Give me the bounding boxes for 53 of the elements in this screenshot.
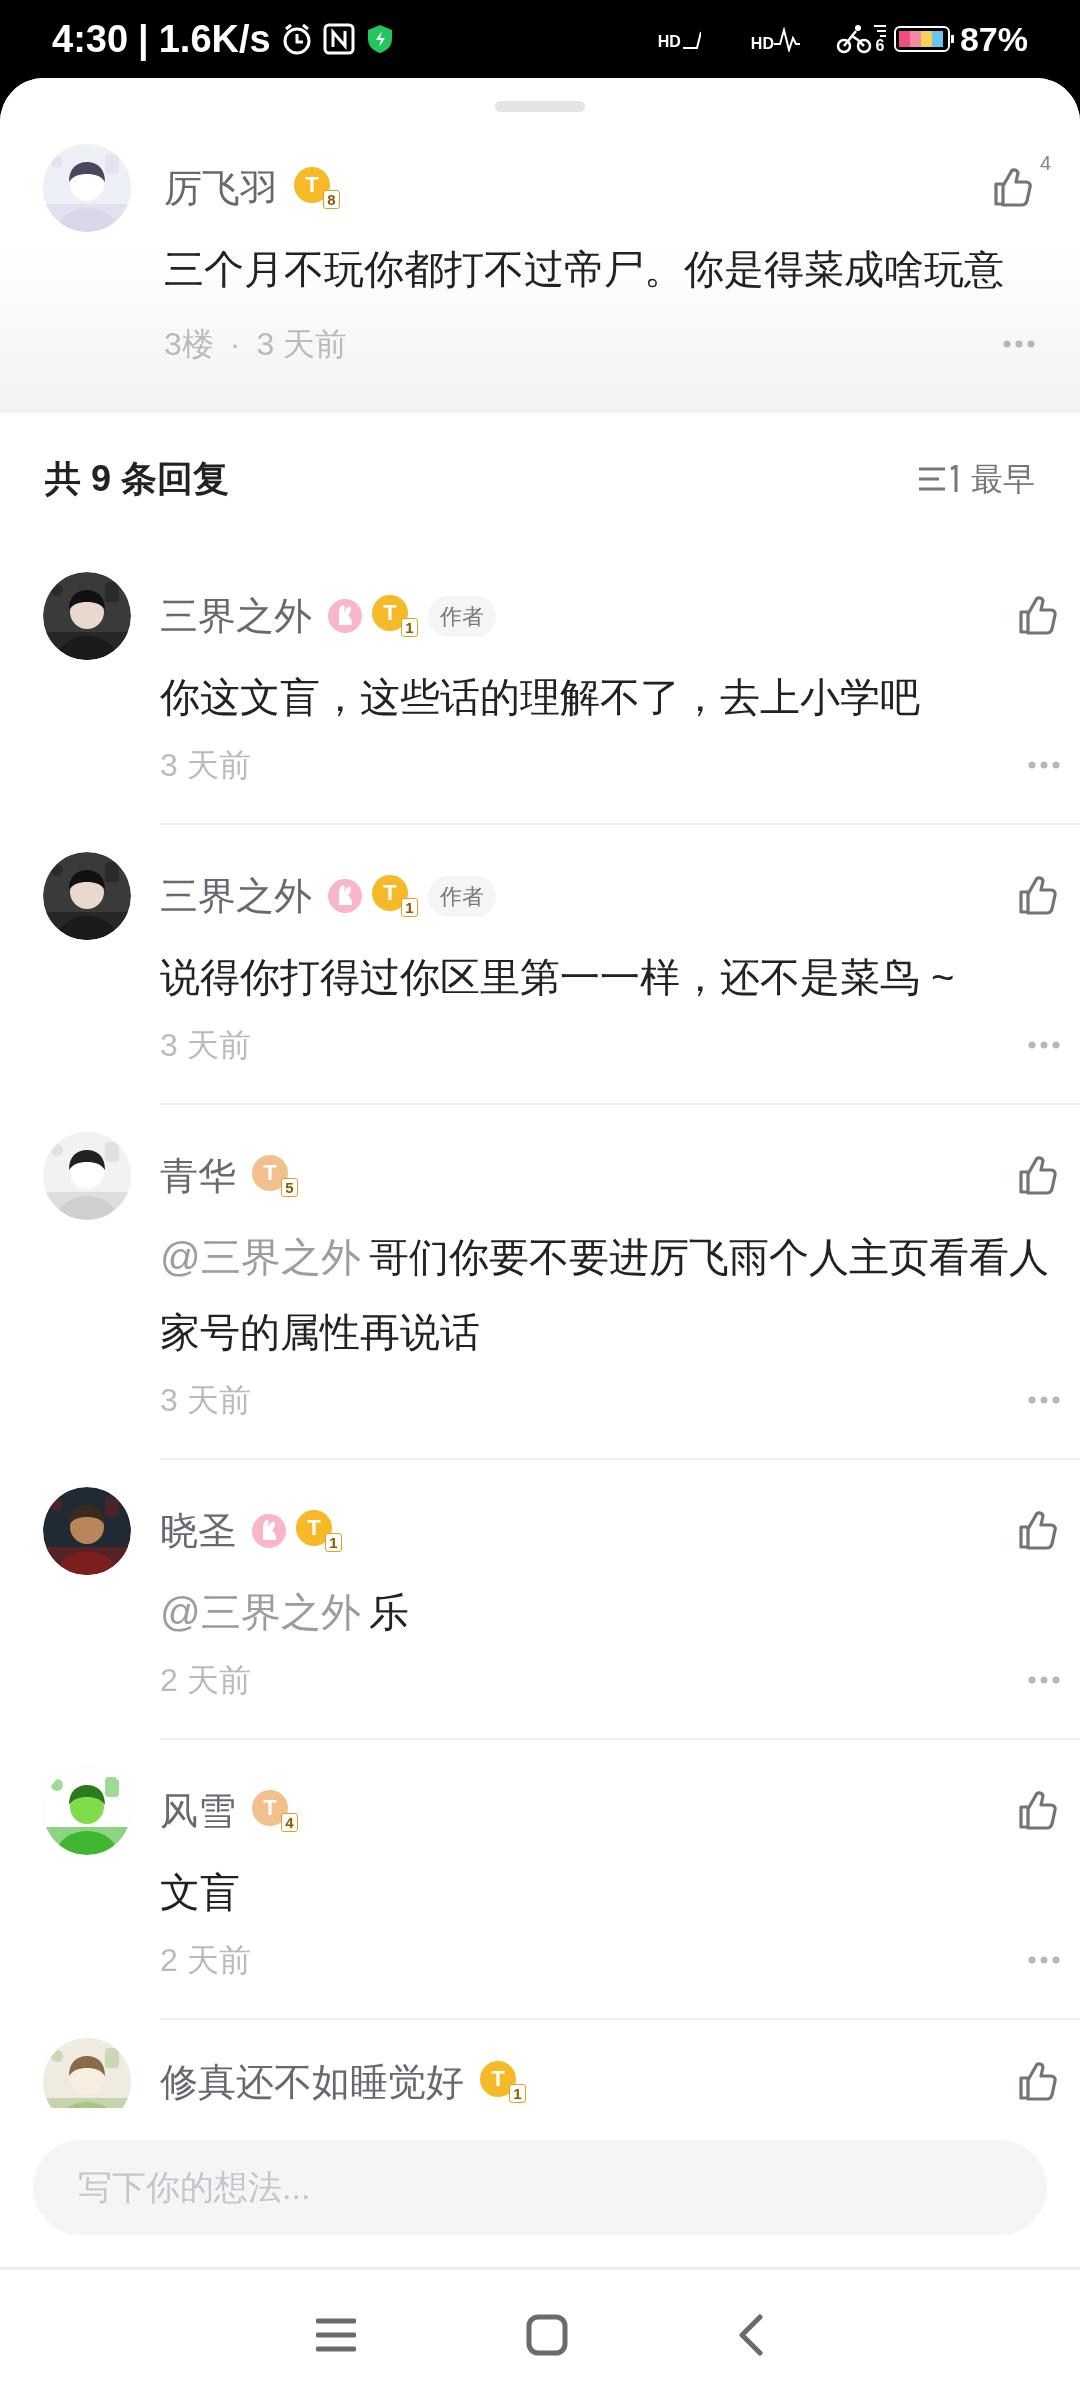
post-time: 3 天前 — [160, 1026, 251, 1065]
hd-label: HD — [657, 34, 681, 50]
clock-time: 4:30 — [52, 16, 129, 62]
post-time: 2 天前 — [160, 1661, 251, 1700]
home-icon[interactable] — [526, 2314, 568, 2356]
back-icon[interactable] — [738, 2314, 764, 2356]
author-tag: 作者 — [428, 875, 496, 917]
thumbs-up-icon[interactable] — [1016, 1789, 1060, 1833]
lines-icon — [873, 24, 886, 38]
step-count: 6 — [875, 38, 885, 54]
post-time: 3 天前 — [160, 1381, 251, 1420]
cyclist-icon — [835, 24, 872, 54]
comment-text: @三界之外 乐 — [160, 1589, 410, 1636]
rabbit-badge-icon — [252, 1514, 286, 1548]
thumbs-up-icon[interactable] — [1016, 874, 1060, 918]
hd-label: HD — [750, 36, 774, 52]
menu-icon[interactable] — [316, 2317, 356, 2353]
drag-handle[interactable] — [495, 101, 585, 112]
battery-percent: 87% — [959, 18, 1028, 60]
wave-icon — [773, 26, 802, 52]
user-name[interactable]: 三界之外 — [160, 874, 312, 918]
user-name[interactable]: 厉飞羽 — [164, 166, 278, 210]
user-name[interactable]: 风雪 — [160, 1789, 236, 1833]
comment-text: 文盲 — [160, 1869, 241, 1916]
floor-number: 3楼 — [164, 324, 214, 364]
battery-icon — [893, 26, 954, 52]
post-time: 3 天前 — [160, 746, 251, 785]
separator-text: | — [138, 16, 149, 63]
rabbit-badge-icon — [328, 599, 362, 633]
post-time: 2 天前 — [160, 1941, 251, 1980]
nfc-icon — [322, 23, 355, 55]
post-time: 3 天前 — [256, 324, 348, 364]
author-tag: 作者 — [428, 595, 496, 637]
network-speed: 1.6K/s — [158, 16, 271, 62]
user-name[interactable]: 修真还不如睡觉好 — [160, 2060, 464, 2104]
thumbs-up-icon[interactable] — [1016, 1154, 1060, 1198]
thumbs-up-icon[interactable] — [1016, 594, 1060, 638]
thumbs-up-icon[interactable] — [991, 166, 1035, 210]
comment-text: 三个月不玩你都打不过帝尸。你是得菜成啥玩意 — [164, 246, 1005, 293]
user-name[interactable]: 晓圣 — [160, 1509, 236, 1553]
thumbs-up-icon[interactable] — [1016, 1509, 1060, 1553]
thumbs-up-icon[interactable] — [1016, 2060, 1060, 2104]
rabbit-badge-icon — [328, 879, 362, 913]
like-count: 4 — [1039, 151, 1051, 176]
separator-dot: · — [229, 324, 241, 364]
user-name[interactable]: 三界之外 — [160, 594, 312, 638]
sort-icon — [917, 465, 959, 493]
comment-text: @三界之外 哥们你要不要进厉飞雨个人主页看看人家号的属性再说话 — [160, 1234, 1050, 1356]
user-name[interactable]: 青华 — [160, 1154, 236, 1198]
comment-text: 你这文盲，这些话的理解不了，去上小学吧 — [160, 674, 921, 721]
replies-count-title: 共 9 条回复 — [45, 457, 230, 501]
sort-button[interactable]: 最早 — [917, 455, 1035, 503]
comment-text: 说得你打得过你区里第一一样，还不是菜鸟 ~ — [160, 954, 956, 1001]
